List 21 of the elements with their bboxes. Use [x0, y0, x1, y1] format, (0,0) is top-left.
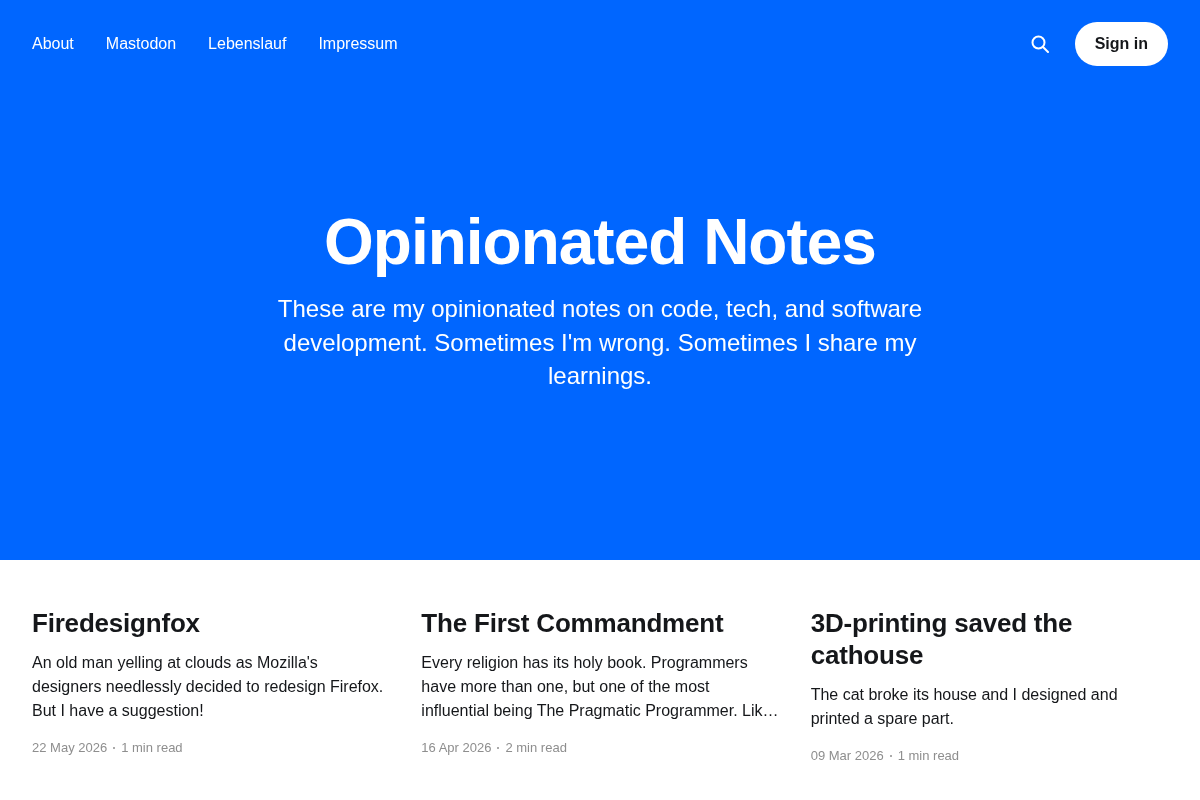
nav-link[interactable]: About: [32, 34, 74, 54]
reading-time: 1 min read: [897, 747, 960, 765]
sign-in-button[interactable]: Sign in: [1074, 22, 1168, 66]
site-title: Opinionated Notes: [324, 206, 876, 278]
site-description: These are my opinionated notes on code, tech, and software development. Sometimes I'm wrong. Sometimes I share my learnings.: [276, 294, 924, 392]
post-excerpt: An old man yelling at clouds as Mozilla's designers needlessly decided to redesign Firefox. But I have a suggestion!: [32, 653, 385, 721]
reading-time: 2 min read: [505, 739, 567, 757]
post-title-link[interactable]: Firedesignfox: [32, 607, 200, 639]
nav-link[interactable]: Impressum: [318, 34, 398, 54]
post-date: 22 May 2026: [32, 739, 108, 757]
reading-time: 1 min read: [121, 739, 183, 757]
post-title-link[interactable]: The First Commandment: [421, 607, 724, 639]
post-date: 16 Apr 2026: [421, 739, 492, 757]
post-date: 09 Mar 2026: [810, 747, 884, 765]
nav-link[interactable]: Lebenslauf: [208, 34, 287, 54]
post-excerpt: The cat broke its house and I designed and printed a spare part.: [810, 685, 1119, 729]
post-title-link[interactable]: 3D-printing saved the cathouse: [810, 607, 1168, 671]
post-excerpt: Every religion has its holy book. Programmers have more than one, but one of the most influential being The Pragmatic Programmer. Lik…: [421, 653, 779, 721]
search-icon: [1030, 34, 1049, 53]
search-button[interactable]: [1030, 34, 1049, 53]
nav-link[interactable]: Mastodon: [105, 34, 177, 54]
